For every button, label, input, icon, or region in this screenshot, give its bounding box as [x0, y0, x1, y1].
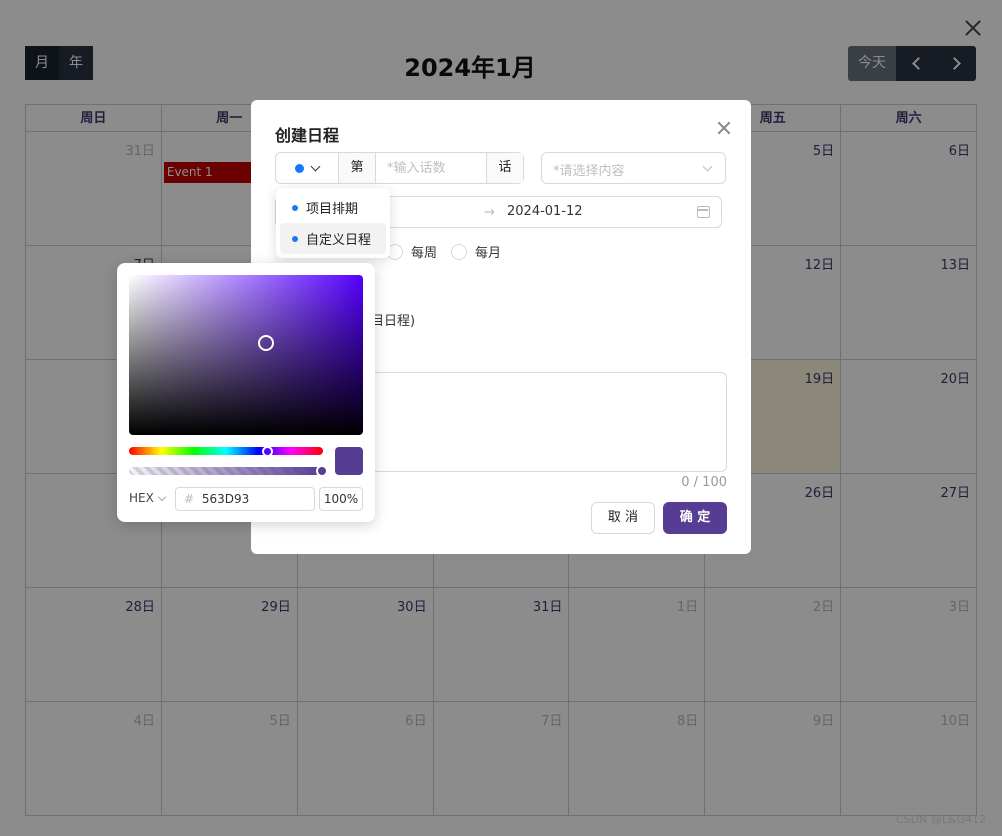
hex-value: 563D93	[201, 492, 250, 506]
episode-prefix: 第	[339, 153, 376, 183]
hue-slider[interactable]	[129, 447, 323, 455]
hue-handle[interactable]	[262, 446, 273, 457]
dropdown-item-custom[interactable]: 自定义日程	[280, 223, 386, 254]
alpha-slider[interactable]	[129, 467, 323, 475]
bullet-icon	[292, 235, 298, 242]
color-format-label: HEX	[129, 491, 154, 505]
schedule-type-dropdown: 项目排期 自定义日程	[276, 188, 390, 258]
saturation-panel[interactable]	[129, 275, 363, 435]
color-format-select[interactable]: HEX	[129, 491, 167, 505]
radio-circle[interactable]	[451, 243, 468, 260]
episode-suffix: 话	[486, 153, 523, 183]
color-dot-icon	[295, 163, 304, 173]
repeat-weekly-label: 每周	[411, 246, 438, 261]
color-picker-popover: HEX # 563D93 100%	[117, 263, 375, 522]
dialog-close-icon[interactable]	[716, 120, 732, 136]
episode-input[interactable]	[376, 153, 486, 183]
saturation-handle[interactable]	[258, 335, 274, 351]
hex-input[interactable]: # 563D93	[175, 487, 315, 511]
cancel-button[interactable]: 取 消	[591, 502, 655, 534]
chevron-down-icon	[157, 492, 167, 501]
repeat-monthly-radio[interactable]: 每月	[451, 242, 501, 261]
content-select-placeholder: *请选择内容	[553, 164, 625, 179]
alpha-handle[interactable]	[316, 465, 328, 477]
chevron-down-icon	[310, 161, 321, 171]
episode-input-group: 第 话	[275, 152, 524, 184]
repeat-monthly-label: 每月	[475, 246, 502, 261]
date-end[interactable]: 2024-01-12	[507, 204, 583, 219]
content-select[interactable]: *请选择内容	[541, 152, 726, 184]
confirm-button[interactable]: 确 定	[663, 502, 727, 534]
schedule-type-text: 目日程)	[371, 314, 416, 329]
dropdown-item-label: 项目排期	[306, 202, 359, 217]
char-counter: 0 / 100	[681, 475, 727, 490]
dropdown-item-label: 自定义日程	[306, 233, 372, 248]
dropdown-item-project[interactable]: 项目排期	[280, 192, 386, 223]
hash-icon: #	[184, 492, 195, 506]
alpha-input[interactable]: 100%	[319, 487, 363, 511]
color-swatch	[335, 447, 363, 475]
repeat-weekly-radio[interactable]: 每周	[387, 242, 437, 261]
range-arrow-icon: →	[484, 205, 495, 220]
color-dot-select[interactable]	[276, 153, 339, 183]
chevron-down-icon	[702, 161, 713, 172]
bullet-icon	[292, 204, 298, 211]
repeat-radio-group: 每周 每月	[387, 242, 501, 261]
dialog-title: 创建日程	[275, 126, 340, 145]
calendar-icon	[697, 206, 710, 218]
